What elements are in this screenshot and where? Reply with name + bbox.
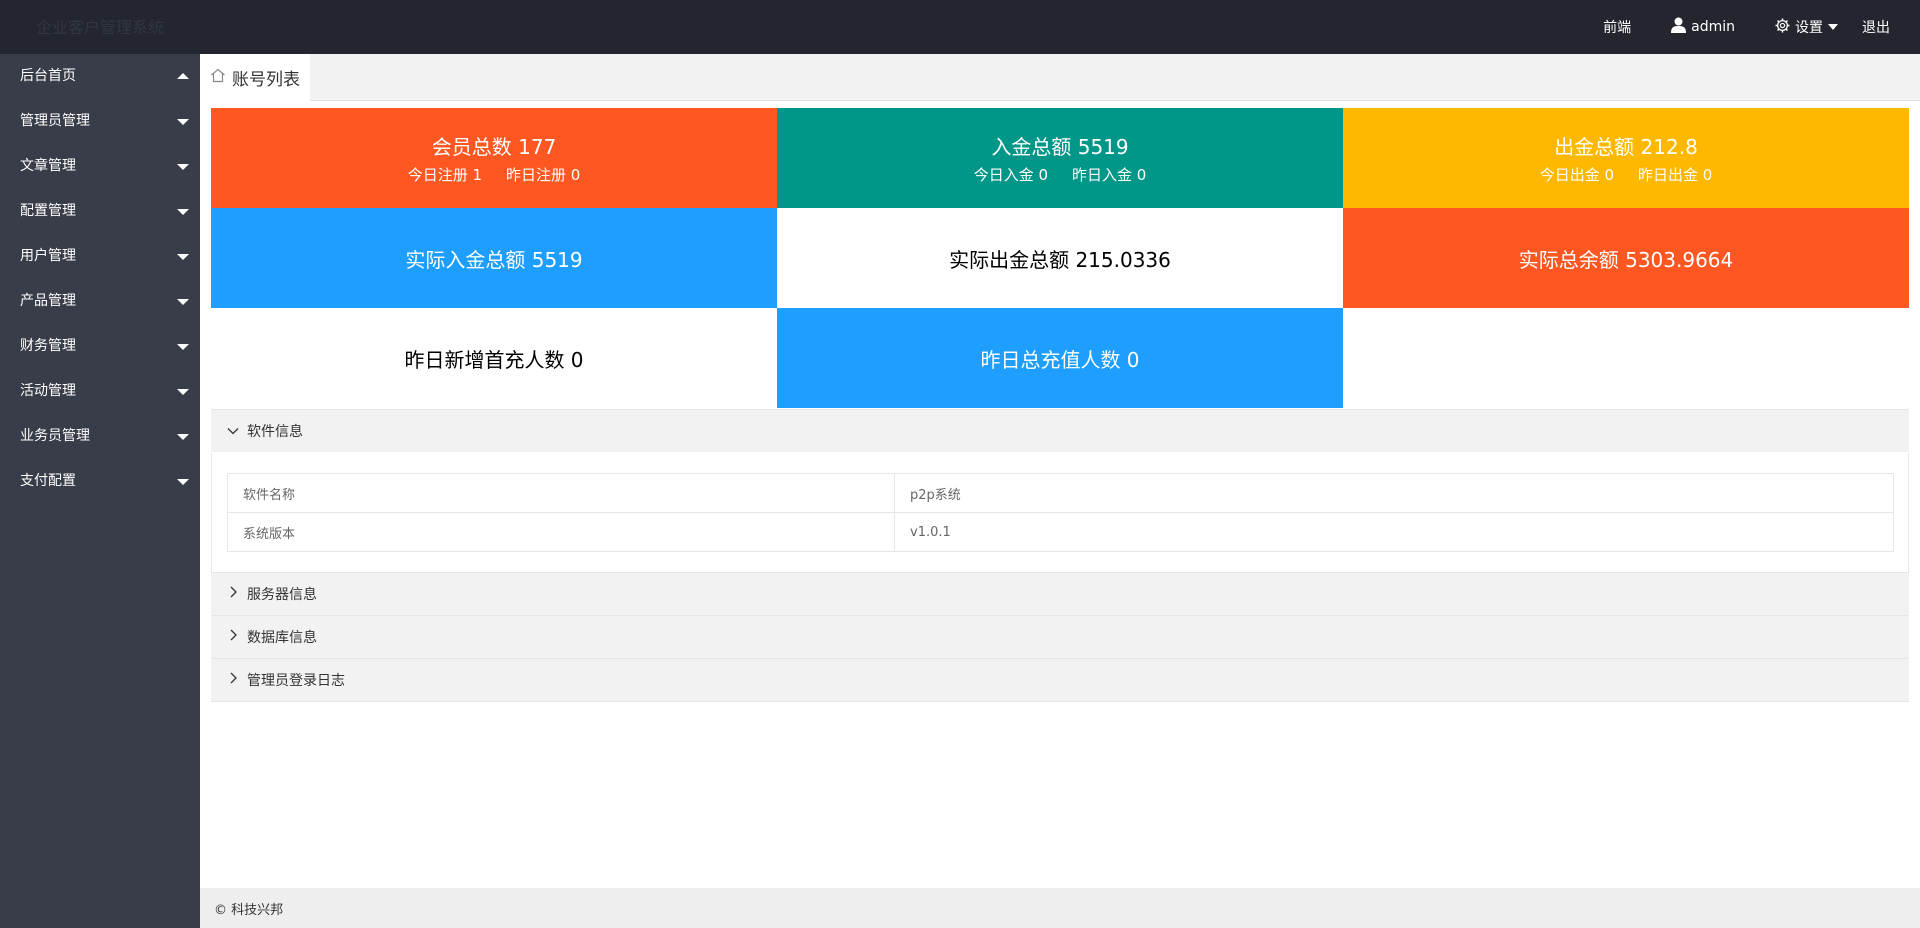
sidebar-item-label: 财务管理 bbox=[20, 338, 76, 354]
frontend-label: 前端 bbox=[1603, 20, 1632, 36]
chevron-down-icon bbox=[177, 254, 189, 260]
sidebar-item-label: 文章管理 bbox=[20, 158, 76, 174]
chevron-right-icon bbox=[211, 586, 247, 602]
software-info-table: 软件名称 p2p系统 系统版本 v1.0.1 bbox=[227, 473, 1894, 552]
stat-yesterday: 昨日入金 0 bbox=[1072, 166, 1147, 184]
sidebar-item-users[interactable]: 用户管理 bbox=[0, 234, 200, 279]
sidebar-item-label: 支付配置 bbox=[20, 473, 76, 489]
panel-title: 服务器信息 bbox=[247, 587, 317, 603]
sidebar-item-label: 配置管理 bbox=[20, 203, 76, 219]
tab-label: 账号列表 bbox=[232, 70, 300, 90]
stat-main: 实际出金总额 215.0336 bbox=[949, 247, 1171, 272]
stat-card-withdraw: 出金总额 212.8 今日出金 0 昨日出金 0 bbox=[1343, 108, 1909, 208]
table-row: 软件名称 p2p系统 bbox=[227, 473, 1894, 513]
table-row: 系统版本 v1.0.1 bbox=[227, 512, 1894, 552]
stat-sub: 今日注册 1 昨日注册 0 bbox=[396, 164, 593, 185]
stat-card-actual-deposit: 实际入金总额 5519 bbox=[211, 208, 777, 308]
panel-divider bbox=[211, 701, 1909, 702]
user-menu[interactable]: admin bbox=[1671, 17, 1735, 37]
user-icon bbox=[1671, 17, 1691, 37]
stat-main: 实际入金总额 5519 bbox=[405, 247, 583, 272]
logout-link[interactable]: 退出 bbox=[1862, 17, 1890, 37]
stat-main: 昨日总充值人数 0 bbox=[980, 347, 1140, 372]
chevron-right-icon bbox=[211, 672, 247, 688]
sidebar-item-finance[interactable]: 财务管理 bbox=[0, 324, 200, 369]
sidebar-item-activities[interactable]: 活动管理 bbox=[0, 369, 200, 414]
chevron-down-icon bbox=[211, 423, 247, 439]
stat-main: 出金总额 212.8 bbox=[1554, 135, 1698, 159]
stat-card-deposit: 入金总额 5519 今日入金 0 昨日入金 0 bbox=[777, 108, 1343, 208]
stat-card-members: 会员总数 177 今日注册 1 昨日注册 0 bbox=[211, 108, 777, 208]
sidebar-item-articles[interactable]: 文章管理 bbox=[0, 144, 200, 189]
tab-account-list[interactable]: 账号列表 bbox=[200, 54, 310, 101]
chevron-down-icon bbox=[177, 344, 189, 350]
sidebar-item-config[interactable]: 配置管理 bbox=[0, 189, 200, 234]
stat-card-empty bbox=[1343, 308, 1909, 408]
chevron-down-icon bbox=[177, 479, 189, 485]
chevron-up-icon bbox=[177, 73, 189, 79]
stats-grid: 会员总数 177 今日注册 1 昨日注册 0 入金总额 5519 今日入金 0 昨日… bbox=[211, 108, 1909, 408]
caret-down-icon bbox=[1828, 24, 1838, 30]
sidebar-item-label: 后台首页 bbox=[20, 68, 76, 84]
sidebar-item-label: 用户管理 bbox=[20, 248, 76, 264]
stat-main: 实际总余额 5303.9664 bbox=[1518, 247, 1734, 272]
sidebar: 后台首页 管理员管理 文章管理 配置管理 用户管理 产品管理 财务管理 活动管理… bbox=[0, 54, 200, 928]
footer: © 科技兴邦 bbox=[200, 888, 1920, 928]
panel-login-log-header[interactable]: 管理员登录日志 bbox=[211, 658, 1909, 701]
brand-title: 企业客户管理系统 bbox=[36, 18, 165, 37]
stat-sub: 今日入金 0 昨日入金 0 bbox=[962, 164, 1159, 185]
chevron-down-icon bbox=[177, 389, 189, 395]
stat-yesterday: 昨日出金 0 bbox=[1638, 166, 1713, 184]
stat-main: 入金总额 5519 bbox=[991, 135, 1129, 159]
sidebar-item-label: 活动管理 bbox=[20, 383, 76, 399]
panel-title: 管理员登录日志 bbox=[247, 673, 345, 689]
panel-title: 软件信息 bbox=[247, 424, 303, 440]
table-key: 软件名称 bbox=[227, 473, 895, 513]
panel-software-header[interactable]: 软件信息 bbox=[211, 409, 1909, 452]
panel-server-header[interactable]: 服务器信息 bbox=[211, 572, 1909, 615]
gear-icon bbox=[1775, 17, 1795, 37]
stat-yesterday: 昨日注册 0 bbox=[506, 166, 581, 184]
footer-copyright: © 科技兴邦 bbox=[214, 902, 284, 918]
sidebar-item-admin[interactable]: 管理员管理 bbox=[0, 99, 200, 144]
sidebar-item-salesmen[interactable]: 业务员管理 bbox=[0, 414, 200, 459]
sidebar-item-label: 产品管理 bbox=[20, 293, 76, 309]
sidebar-item-payment[interactable]: 支付配置 bbox=[0, 459, 200, 504]
chevron-right-icon bbox=[211, 629, 247, 645]
stat-card-recharge-users: 昨日总充值人数 0 bbox=[777, 308, 1343, 408]
tab-bar: 账号列表 bbox=[200, 54, 1920, 101]
stat-main: 会员总数 177 bbox=[431, 135, 557, 159]
chevron-down-icon bbox=[177, 299, 189, 305]
top-nav: 前端 admin 设置 退出 bbox=[1603, 0, 1890, 54]
chevron-down-icon bbox=[177, 164, 189, 170]
stat-today: 今日出金 0 bbox=[1539, 166, 1614, 184]
panel-software-body: 软件名称 p2p系统 系统版本 v1.0.1 bbox=[211, 453, 1909, 572]
home-icon bbox=[210, 68, 232, 88]
panel-title: 数据库信息 bbox=[247, 630, 317, 646]
stat-main: 昨日新增首充人数 0 bbox=[404, 347, 584, 372]
sidebar-item-home[interactable]: 后台首页 bbox=[0, 54, 200, 99]
panel-database-header[interactable]: 数据库信息 bbox=[211, 615, 1909, 658]
chevron-down-icon bbox=[177, 434, 189, 440]
top-header: 企业客户管理系统 前端 admin 设置 退出 bbox=[0, 0, 1920, 54]
chevron-down-icon bbox=[177, 119, 189, 125]
table-value: p2p系统 bbox=[894, 473, 1894, 513]
sidebar-item-label: 业务员管理 bbox=[20, 428, 90, 444]
frontend-link[interactable]: 前端 bbox=[1603, 17, 1631, 37]
chevron-down-icon bbox=[177, 209, 189, 215]
table-key: 系统版本 bbox=[227, 512, 895, 552]
settings-label: 设置 bbox=[1795, 20, 1823, 36]
table-value: v1.0.1 bbox=[894, 512, 1894, 552]
sidebar-item-label: 管理员管理 bbox=[20, 113, 90, 129]
stat-today: 今日入金 0 bbox=[973, 166, 1048, 184]
settings-menu[interactable]: 设置 bbox=[1775, 17, 1838, 37]
stat-card-actual-withdraw: 实际出金总额 215.0336 bbox=[777, 208, 1343, 308]
stat-card-actual-balance: 实际总余额 5303.9664 bbox=[1343, 208, 1909, 308]
stat-sub: 今日出金 0 昨日出金 0 bbox=[1528, 164, 1725, 185]
user-name: admin bbox=[1691, 19, 1735, 35]
sidebar-item-products[interactable]: 产品管理 bbox=[0, 279, 200, 324]
stat-today: 今日注册 1 bbox=[407, 166, 482, 184]
stat-card-first-recharge: 昨日新增首充人数 0 bbox=[211, 308, 777, 408]
logout-label: 退出 bbox=[1862, 20, 1890, 36]
